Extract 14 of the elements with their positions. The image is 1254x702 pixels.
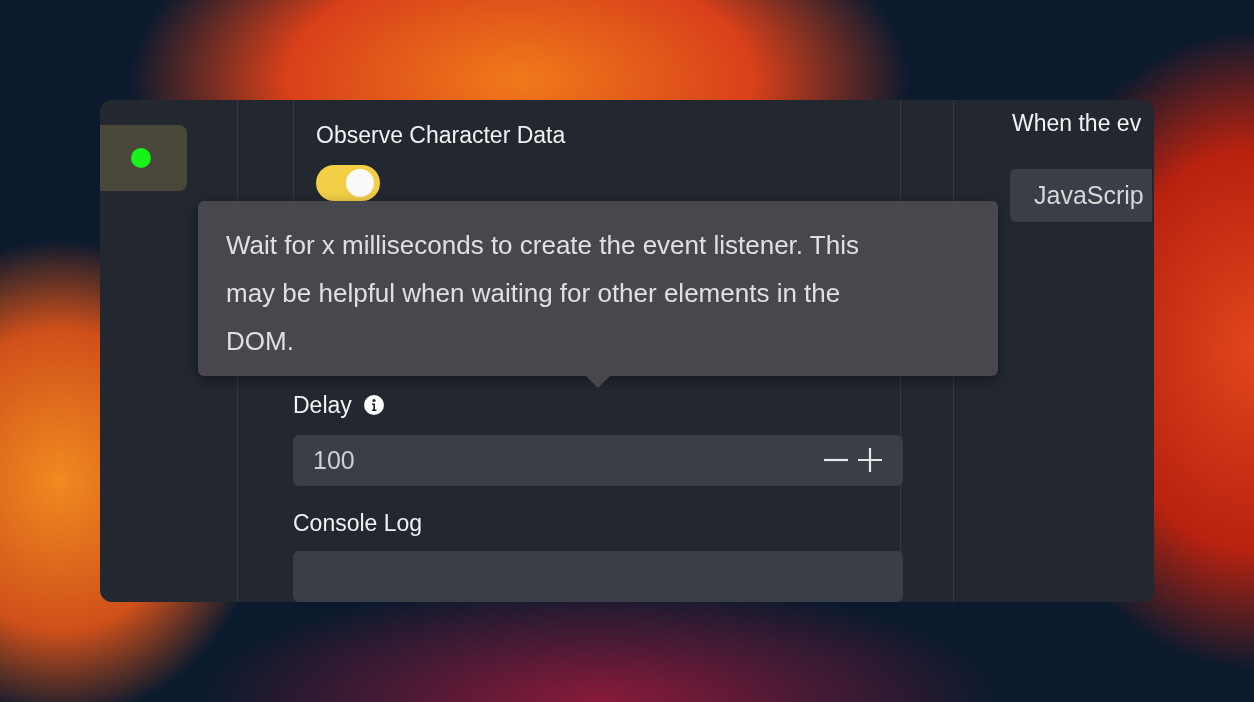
sidebar-item[interactable] <box>100 125 187 191</box>
console-log-field[interactable] <box>293 550 903 602</box>
delay-field[interactable]: 100 <box>293 434 903 486</box>
value-input[interactable]: 100 <box>313 445 823 475</box>
toggle-switch[interactable] <box>316 165 380 201</box>
description-text: When the ev <box>1012 110 1143 137</box>
observe-label: Observe Character Data <box>316 122 567 149</box>
plus-icon[interactable] <box>857 447 883 474</box>
tooltip: Wait for x milliseconds to create the event listener. This may be helpful when waiting for other elements in the DOM. <box>198 201 998 376</box>
console-log-label: Console Log <box>293 509 424 537</box>
delay-label: Delay <box>293 391 352 419</box>
info-icon[interactable] <box>363 395 384 416</box>
tooltip-arrow <box>586 376 610 388</box>
javascript-button[interactable]: JavaScrip <box>1010 169 1152 222</box>
